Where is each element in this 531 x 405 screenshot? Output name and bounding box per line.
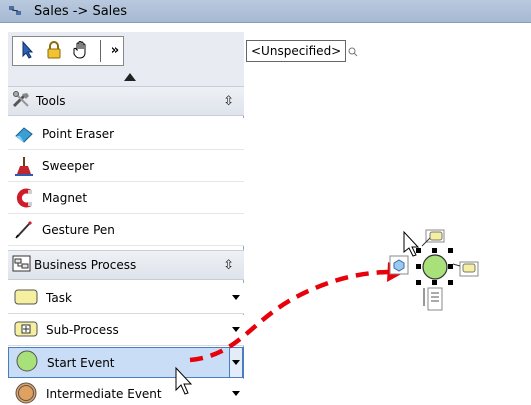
bp-item-subprocess[interactable]: Sub-Process [8, 315, 244, 346]
magnet-icon [14, 188, 34, 208]
chevron-down-icon[interactable] [232, 391, 240, 396]
tool-label: Magnet [42, 190, 88, 205]
palette-toolbar: » [8, 32, 244, 86]
toolbar-more-button[interactable]: » [104, 38, 126, 62]
tools-section-icon [12, 90, 34, 112]
sweeper-icon [14, 156, 34, 176]
tools-section-title: Tools [36, 94, 66, 108]
dropdown-button[interactable] [229, 347, 243, 378]
subprocess-icon [14, 320, 38, 341]
bp-item-task[interactable]: Task [8, 283, 244, 314]
window-title: Sales -> Sales [34, 3, 128, 19]
lock-icon[interactable] [43, 38, 65, 62]
triangle-up-icon[interactable] [124, 73, 136, 81]
chevron-down-icon[interactable] [232, 295, 240, 300]
tool-sweeper[interactable]: Sweeper [8, 150, 244, 182]
diagram-palette: » Tools ⇳ Point Eraser Sweeper Magnet Ge… [8, 32, 244, 405]
toolbar-separator [100, 40, 101, 62]
bp-item-label: Intermediate Event [46, 387, 162, 401]
hand-icon[interactable] [70, 38, 92, 62]
bp-item-label: Task [46, 291, 72, 305]
chevron-down-icon[interactable] [232, 360, 240, 365]
tool-point-eraser[interactable]: Point Eraser [8, 118, 244, 150]
start-event-icon [15, 350, 39, 375]
pointer-icon[interactable] [17, 38, 39, 62]
title-bar: Sales -> Sales [0, 0, 531, 23]
pin-icon[interactable]: ⇳ [223, 258, 234, 273]
task-icon [14, 288, 38, 309]
tool-label: Gesture Pen [42, 222, 115, 237]
tool-gesture-pen[interactable]: Gesture Pen [8, 214, 244, 246]
search-icon[interactable] [348, 46, 358, 60]
bp-section-header[interactable]: Business Process ⇳ [8, 250, 244, 280]
pin-icon[interactable]: ⇳ [223, 94, 234, 109]
bp-item-intermediate-event[interactable]: Intermediate Event [8, 379, 244, 405]
canvas-tab[interactable]: <Unspecified> [246, 40, 347, 62]
eraser-icon [14, 124, 34, 144]
diagram-app-icon [8, 4, 22, 18]
intermediate-event-icon [14, 382, 38, 405]
bp-item-label: Sub-Process [46, 323, 119, 337]
tool-label: Point Eraser [42, 126, 115, 141]
bp-section-title: Business Process [34, 258, 137, 272]
diagram-canvas[interactable]: <Unspecified> [244, 32, 531, 405]
bp-item-start-event[interactable]: Start Event [8, 347, 244, 378]
chevron-down-icon[interactable] [232, 327, 240, 332]
tool-label: Sweeper [42, 158, 95, 173]
tool-magnet[interactable]: Magnet [8, 182, 244, 214]
business-process-icon [12, 255, 32, 276]
pen-icon [14, 220, 34, 240]
bp-item-label: Start Event [47, 355, 115, 370]
tools-section-header[interactable]: Tools ⇳ [8, 86, 244, 116]
